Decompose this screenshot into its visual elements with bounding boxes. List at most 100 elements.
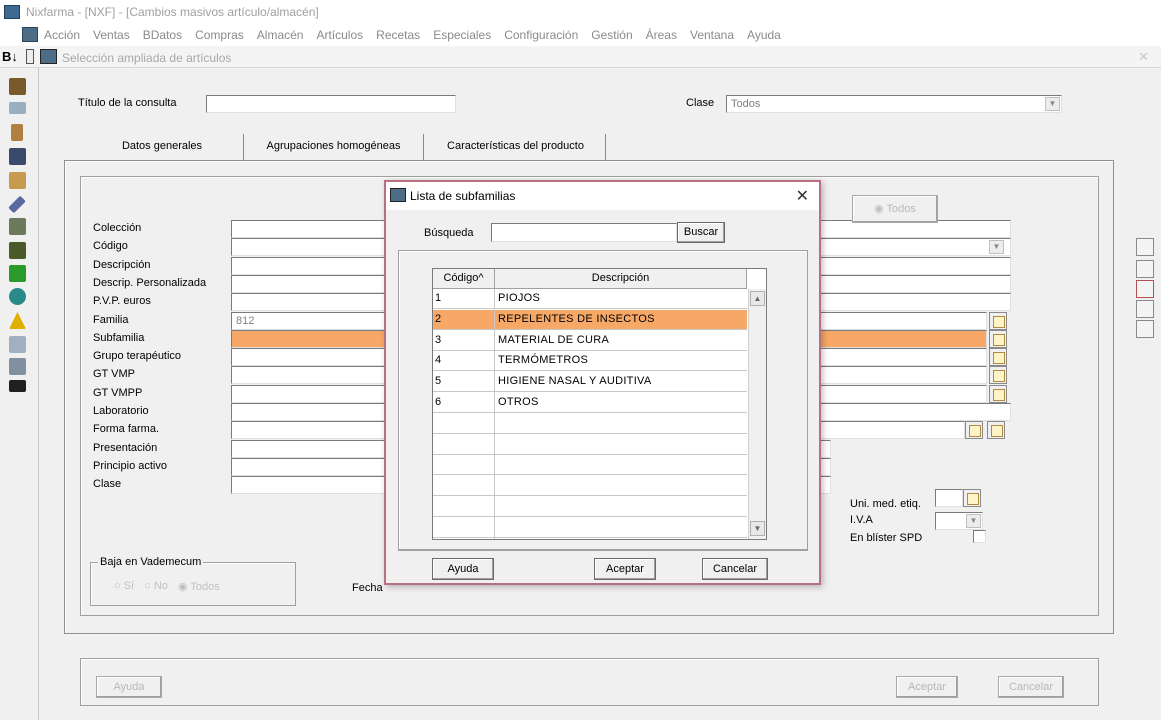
table-row[interactable]: 6 OTROS xyxy=(433,393,747,413)
uni-med-input[interactable] xyxy=(935,489,963,507)
user-icon[interactable] xyxy=(11,124,23,141)
lookup-icon[interactable] xyxy=(989,312,1007,330)
row-description: MATERIAL DE CURA xyxy=(498,333,610,346)
menu-item-5[interactable]: Artículos xyxy=(316,28,363,42)
field-label-10: Laboratorio xyxy=(93,405,149,417)
tab-caracteristicas[interactable]: Características del producto xyxy=(426,134,606,160)
dialog-divider xyxy=(398,550,808,551)
child-close-icon[interactable]: ✕ xyxy=(1138,49,1149,65)
scroll-up-icon[interactable]: ▲ xyxy=(750,291,765,306)
menu-item-7[interactable]: Especiales xyxy=(433,28,491,42)
table-row[interactable] xyxy=(433,476,747,497)
table-row[interactable] xyxy=(433,518,747,538)
chevron-down-icon[interactable]: ▼ xyxy=(989,240,1004,254)
table-row[interactable] xyxy=(433,435,747,455)
tab-agrupaciones[interactable]: Agrupaciones homogéneas xyxy=(243,134,424,160)
radio-todos[interactable]: ◉ Todos xyxy=(178,580,220,593)
chevron-down-icon[interactable]: ▼ xyxy=(1045,97,1060,111)
menu-item-1[interactable]: Ventas xyxy=(93,28,130,42)
pencil-icon[interactable] xyxy=(8,195,26,214)
titulo-input[interactable] xyxy=(206,95,456,113)
menu-item-0[interactable]: Acción xyxy=(44,28,80,42)
lookup-icon[interactable] xyxy=(989,385,1007,403)
dialog-ayuda-button[interactable]: Ayuda xyxy=(432,558,494,580)
menu-item-8[interactable]: Configuración xyxy=(504,28,578,42)
uni-med-label: Uni. med. etiq. xyxy=(850,498,921,510)
baja-group-label: Baja en Vademecum xyxy=(98,556,204,568)
delete-icon[interactable] xyxy=(1136,280,1154,298)
row-description: TERMÓMETROS xyxy=(498,354,589,367)
menu-item-4[interactable]: Almacén xyxy=(257,28,304,42)
close-icon[interactable]: ✕ xyxy=(796,186,809,206)
row-code: 3 xyxy=(435,333,442,346)
lookup-icon[interactable] xyxy=(989,330,1007,348)
print-icon[interactable] xyxy=(1136,300,1154,318)
table-row[interactable]: 4 TERMÓMETROS xyxy=(433,351,747,372)
search-icon[interactable] xyxy=(965,421,983,439)
cancelar-button[interactable]: Cancelar xyxy=(998,676,1064,698)
dialog-cancelar-button[interactable]: Cancelar xyxy=(702,558,768,580)
menu-item-6[interactable]: Recetas xyxy=(376,28,420,42)
grid-scrollbar[interactable]: ▲ ▼ xyxy=(748,289,766,539)
radio-todos-label: Todos xyxy=(190,581,220,593)
field-label-13: Principio activo xyxy=(93,460,167,472)
warning-icon[interactable] xyxy=(9,312,26,329)
busqueda-input[interactable] xyxy=(491,223,677,242)
radio-si[interactable]: ○ Sí xyxy=(114,580,134,593)
barcode-icon[interactable] xyxy=(9,380,26,392)
table-row[interactable]: 5 HIGIENE NASAL Y AUDITIVA xyxy=(433,372,747,393)
table-row[interactable] xyxy=(433,455,747,476)
chevron-down-icon[interactable]: ▼ xyxy=(966,514,981,528)
child-window-title: Selección ampliada de artículos xyxy=(62,51,232,65)
radio-no-label: No xyxy=(153,580,168,592)
lookup-icon[interactable] xyxy=(989,348,1007,366)
table-row[interactable]: 3 MATERIAL DE CURA xyxy=(433,331,747,351)
uni-med-lookup-icon[interactable] xyxy=(963,489,981,507)
field-label-14: Clase xyxy=(93,478,122,490)
menu-item-9[interactable]: Gestión xyxy=(591,28,632,42)
system-menu-icon[interactable] xyxy=(22,27,38,42)
dialog-aceptar-button[interactable]: Aceptar xyxy=(594,558,656,580)
radio-no[interactable]: ○ No xyxy=(144,580,168,593)
table-row[interactable] xyxy=(433,414,747,434)
blister-checkbox[interactable] xyxy=(973,530,986,543)
package-icon[interactable] xyxy=(9,172,26,189)
calendar-icon[interactable] xyxy=(1136,238,1154,256)
printer-icon[interactable] xyxy=(9,242,26,259)
menu-item-12[interactable]: Ayuda xyxy=(747,28,781,42)
edit-icon[interactable] xyxy=(1136,260,1154,278)
field-label-1: Código xyxy=(93,240,128,252)
menu-item-11[interactable]: Ventana xyxy=(690,28,734,42)
truck-icon[interactable] xyxy=(9,148,26,165)
menu-item-3[interactable]: Compras xyxy=(195,28,244,42)
table-row[interactable] xyxy=(433,497,747,517)
iva-select[interactable]: ▼ xyxy=(935,512,983,530)
child-restore-icon[interactable] xyxy=(26,49,34,64)
plus-icon[interactable] xyxy=(9,265,26,282)
card-icon[interactable] xyxy=(9,102,26,114)
grid-icon[interactable] xyxy=(9,358,26,375)
scroll-down-icon[interactable]: ▼ xyxy=(750,521,765,536)
box-icon[interactable] xyxy=(9,78,26,95)
buscar-button[interactable]: Buscar xyxy=(677,222,725,243)
column-header-codigo[interactable]: Código^ xyxy=(433,269,495,289)
dialog-titlebar: Lista de subfamilias ✕ xyxy=(386,182,819,210)
blister-label: En blíster SPD xyxy=(850,532,923,544)
refresh-icon[interactable] xyxy=(9,288,26,305)
people-icon[interactable] xyxy=(9,336,26,353)
table-row[interactable]: 2 REPELENTES DE INSECTOS xyxy=(433,309,747,330)
chart-icon[interactable] xyxy=(9,218,26,235)
tab-datos-generales[interactable]: Datos generales xyxy=(84,134,240,160)
ayuda-button[interactable]: Ayuda xyxy=(96,676,162,698)
clase-select[interactable]: Todos ▼ xyxy=(726,95,1062,113)
todos-radio[interactable]: ◉ Todos xyxy=(852,195,938,223)
lookup-icon[interactable] xyxy=(989,366,1007,384)
row-description: OTROS xyxy=(498,396,539,408)
menu-item-2[interactable]: BDatos xyxy=(143,28,182,42)
menu-item-10[interactable]: Áreas xyxy=(646,28,677,42)
export-icon[interactable] xyxy=(1136,320,1154,338)
lookup-icon[interactable] xyxy=(987,421,1005,439)
aceptar-button[interactable]: Aceptar xyxy=(896,676,958,698)
table-row[interactable]: 1 PIOJOS xyxy=(433,289,747,309)
column-header-descripcion[interactable]: Descripción xyxy=(495,269,747,289)
